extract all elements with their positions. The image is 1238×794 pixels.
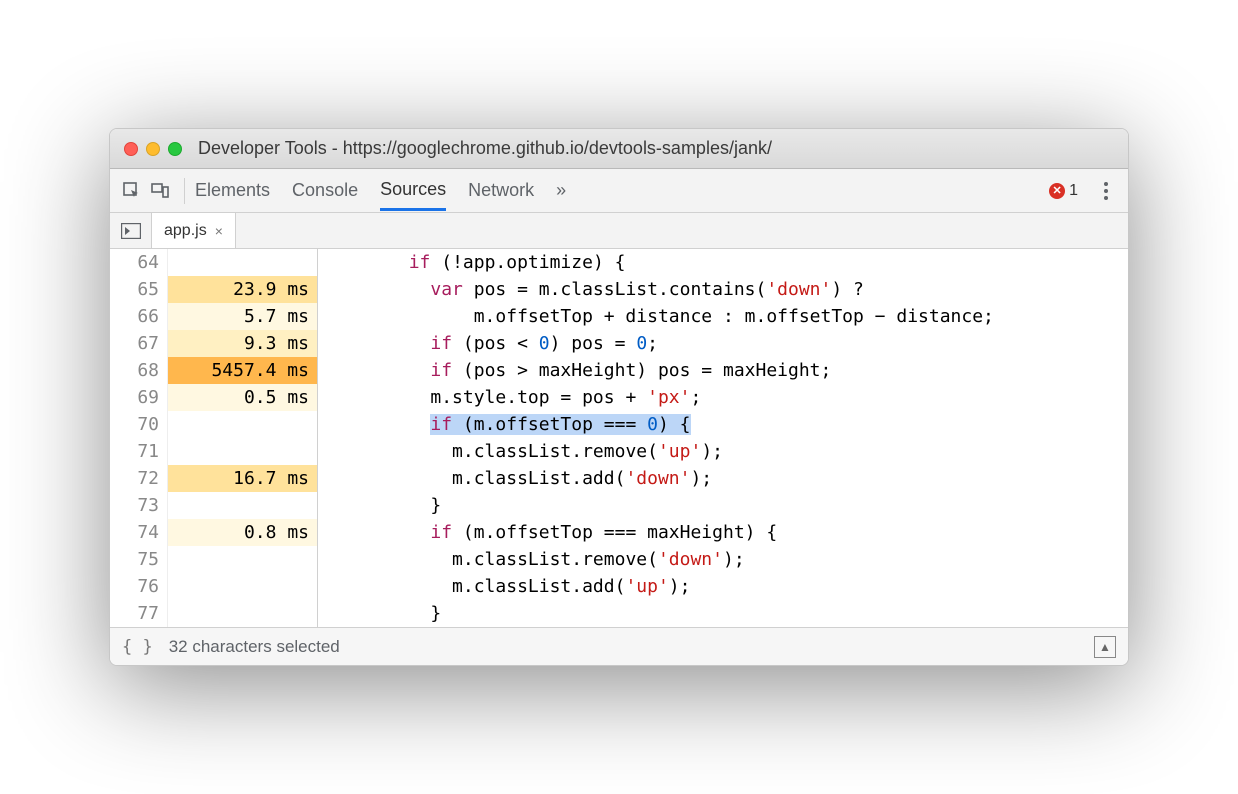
titlebar: Developer Tools - https://googlechrome.g… bbox=[110, 129, 1128, 169]
zoom-window-button[interactable] bbox=[168, 142, 182, 156]
line-time bbox=[168, 546, 317, 573]
file-tab-appjs[interactable]: app.js × bbox=[152, 213, 236, 248]
code-line[interactable]: m.classList.remove('down'); bbox=[318, 546, 1128, 573]
line-time: 5457.4 ms bbox=[168, 357, 317, 384]
line-time bbox=[168, 249, 317, 276]
code-line[interactable]: var pos = m.classList.contains('down') ? bbox=[318, 276, 1128, 303]
code-line[interactable]: m.classList.remove('up'); bbox=[318, 438, 1128, 465]
line-number: 67 bbox=[110, 330, 159, 357]
line-number: 72 bbox=[110, 465, 159, 492]
line-number: 64 bbox=[110, 249, 159, 276]
profile-time-gutter: 23.9 ms5.7 ms9.3 ms5457.4 ms0.5 ms 16.7 … bbox=[168, 249, 318, 627]
line-time bbox=[168, 573, 317, 600]
statusbar: { } 32 characters selected ▲ bbox=[110, 627, 1128, 665]
tab-more[interactable]: » bbox=[556, 172, 566, 209]
line-number: 75 bbox=[110, 546, 159, 573]
line-time bbox=[168, 411, 317, 438]
code-line[interactable]: } bbox=[318, 492, 1128, 519]
line-number: 70 bbox=[110, 411, 159, 438]
tab-sources[interactable]: Sources bbox=[380, 171, 446, 211]
line-time: 9.3 ms bbox=[168, 330, 317, 357]
error-count-value: 1 bbox=[1069, 182, 1078, 200]
code-line[interactable]: if (!app.optimize) { bbox=[318, 249, 1128, 276]
window-controls bbox=[124, 142, 182, 156]
file-tabs: app.js × bbox=[110, 213, 1128, 249]
code-line[interactable]: if (m.offsetTop === maxHeight) { bbox=[318, 519, 1128, 546]
code-line[interactable]: if (m.offsetTop === 0) { bbox=[318, 411, 1128, 438]
code-line[interactable]: m.style.top = pos + 'px'; bbox=[318, 384, 1128, 411]
close-window-button[interactable] bbox=[124, 142, 138, 156]
devtools-toolbar: Elements Console Sources Network » ✕ 1 bbox=[110, 169, 1128, 213]
line-time: 5.7 ms bbox=[168, 303, 317, 330]
line-number: 66 bbox=[110, 303, 159, 330]
line-number: 77 bbox=[110, 600, 159, 627]
code-line[interactable]: m.classList.add('up'); bbox=[318, 573, 1128, 600]
tab-network[interactable]: Network bbox=[468, 172, 534, 209]
line-number: 73 bbox=[110, 492, 159, 519]
devtools-window: Developer Tools - https://googlechrome.g… bbox=[109, 128, 1129, 666]
tab-console[interactable]: Console bbox=[292, 172, 358, 209]
tab-elements[interactable]: Elements bbox=[195, 172, 270, 209]
minimize-window-button[interactable] bbox=[146, 142, 160, 156]
status-text: 32 characters selected bbox=[169, 637, 340, 657]
line-number: 71 bbox=[110, 438, 159, 465]
panel-tabs: Elements Console Sources Network » bbox=[195, 171, 566, 211]
line-number: 74 bbox=[110, 519, 159, 546]
line-time: 0.5 ms bbox=[168, 384, 317, 411]
line-time bbox=[168, 438, 317, 465]
drawer-toggle-icon[interactable]: ▲ bbox=[1094, 636, 1116, 658]
line-number: 68 bbox=[110, 357, 159, 384]
kebab-menu-icon[interactable] bbox=[1092, 177, 1120, 205]
code-line[interactable]: } bbox=[318, 600, 1128, 627]
code-editor[interactable]: 6465666768697071727374757677 23.9 ms5.7 … bbox=[110, 249, 1128, 627]
line-number: 76 bbox=[110, 573, 159, 600]
pretty-print-icon[interactable]: { } bbox=[122, 637, 153, 657]
code-line[interactable]: m.offsetTop + distance : m.offsetTop − d… bbox=[318, 303, 1128, 330]
code-line[interactable]: if (pos > maxHeight) pos = maxHeight; bbox=[318, 357, 1128, 384]
window-title: Developer Tools - https://googlechrome.g… bbox=[198, 138, 772, 159]
code-line[interactable]: if (pos < 0) pos = 0; bbox=[318, 330, 1128, 357]
line-time: 0.8 ms bbox=[168, 519, 317, 546]
line-time: 23.9 ms bbox=[168, 276, 317, 303]
line-number: 65 bbox=[110, 276, 159, 303]
line-number-gutter: 6465666768697071727374757677 bbox=[110, 249, 168, 627]
inspect-element-icon[interactable] bbox=[118, 177, 146, 205]
error-icon: ✕ bbox=[1049, 183, 1065, 199]
device-mode-icon[interactable] bbox=[146, 177, 174, 205]
code-line[interactable]: m.classList.add('down'); bbox=[318, 465, 1128, 492]
line-time bbox=[168, 492, 317, 519]
line-time: 16.7 ms bbox=[168, 465, 317, 492]
close-tab-icon[interactable]: × bbox=[215, 223, 223, 239]
show-navigator-icon[interactable] bbox=[110, 213, 152, 248]
file-tab-label: app.js bbox=[164, 222, 207, 240]
line-time bbox=[168, 600, 317, 627]
line-number: 69 bbox=[110, 384, 159, 411]
error-count[interactable]: ✕ 1 bbox=[1049, 182, 1078, 200]
code-content[interactable]: if (!app.optimize) { var pos = m.classLi… bbox=[318, 249, 1128, 627]
